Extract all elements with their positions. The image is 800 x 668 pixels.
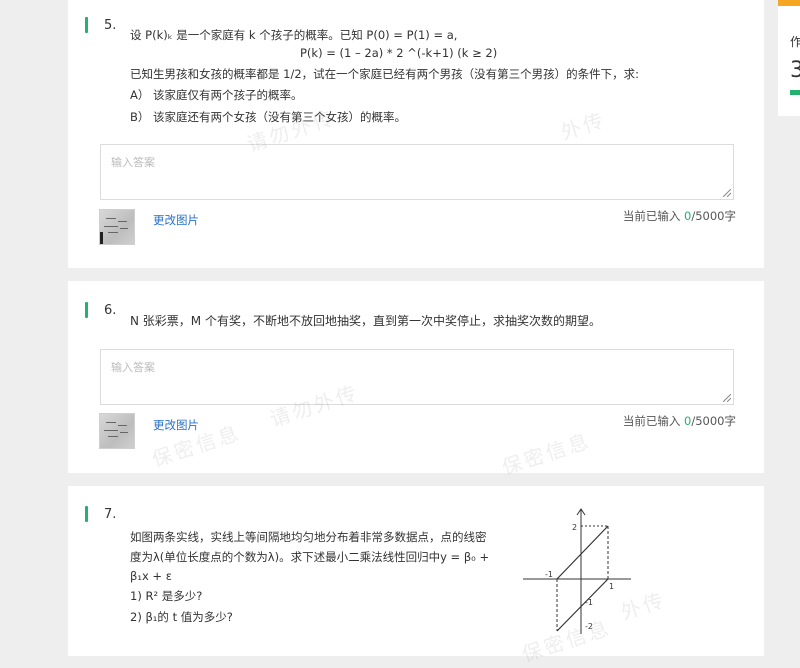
uploaded-image-thumbnail[interactable] bbox=[99, 413, 135, 449]
question-card-5: 5. 设 P(k)ₖ 是一个家庭有 k 个孩子的概率。已知 P(0) = P(1… bbox=[68, 0, 764, 268]
resize-handle-icon[interactable] bbox=[723, 189, 731, 197]
change-image-link[interactable]: 更改图片 bbox=[153, 212, 199, 228]
question-text-line1: 如图两条实线，实线上等间隔地均匀地分布着非常多数据点，点的线密 bbox=[130, 530, 487, 544]
question-text-line3: β₁x + ε bbox=[130, 569, 172, 583]
question-text-line1: 设 P(k)ₖ 是一个家庭有 k 个孩子的概率。已知 P(0) = P(1) =… bbox=[130, 28, 458, 42]
question-item-1: 1) R² 是多少? bbox=[130, 589, 203, 603]
label-y2: 2 bbox=[572, 523, 577, 532]
side-panel-label: 作 bbox=[790, 35, 800, 49]
question-marker bbox=[85, 302, 88, 318]
question-item-2: 2) β₁的 t 值为多少? bbox=[130, 610, 233, 624]
question-formula: P(k) = (1 – 2a) * 2 ^(-k+1) (k ≥ 2) bbox=[300, 46, 498, 60]
question-number: 5. bbox=[104, 18, 117, 33]
answer-input[interactable]: 输入答案 bbox=[100, 144, 734, 200]
label-ym2: -2 bbox=[585, 622, 593, 631]
answer-input[interactable]: 输入答案 bbox=[100, 349, 734, 405]
question-text-line3: 已知生男孩和女孩的概率都是 1/2，试在一个家庭已经有两个男孩（没有第三个男孩）… bbox=[130, 67, 640, 81]
question-marker bbox=[85, 506, 88, 522]
question-text-line2: 度为λ(单位长度点的个数为λ)。求下述最小二乘法线性回归中y = β₀ + bbox=[130, 550, 490, 564]
question-card-6: 6. N 张彩票，M 个有奖，不断地不放回地抽奖，直到第一次中奖停止，求抽奖次数… bbox=[68, 281, 764, 473]
uploaded-image-thumbnail[interactable] bbox=[99, 209, 135, 245]
solid-line-upper bbox=[556, 525, 609, 580]
label-ym1: -1 bbox=[585, 598, 593, 607]
question-option-b: B） 该家庭还有两个女孩（没有第三个女孩）的概率。 bbox=[130, 110, 407, 124]
side-panel-accent bbox=[778, 0, 800, 6]
label-xm1: -1 bbox=[545, 570, 553, 579]
question-card-7: 7. 如图两条实线，实线上等间隔地均匀地分布着非常多数据点，点的线密 度为λ(单… bbox=[68, 486, 764, 656]
side-panel-number: 3 bbox=[790, 58, 800, 83]
question-text: N 张彩票，M 个有奖，不断地不放回地抽奖，直到第一次中奖停止，求抽奖次数的期望… bbox=[130, 314, 601, 328]
answer-placeholder: 输入答案 bbox=[111, 361, 155, 374]
resize-handle-icon[interactable] bbox=[723, 394, 731, 402]
question-number: 7. bbox=[104, 507, 117, 522]
regression-figure: 2 -1 1 -1 -2 bbox=[523, 508, 631, 634]
label-x1: 1 bbox=[609, 582, 614, 591]
answer-placeholder: 输入答案 bbox=[111, 156, 155, 169]
side-panel-progress bbox=[790, 90, 800, 95]
solid-line-lower bbox=[556, 578, 609, 632]
question-marker bbox=[85, 17, 88, 33]
char-counter: 当前已输入 0/5000字 bbox=[622, 414, 736, 428]
change-image-link[interactable]: 更改图片 bbox=[153, 417, 199, 433]
char-counter: 当前已输入 0/5000字 bbox=[622, 209, 736, 223]
question-number: 6. bbox=[104, 303, 117, 318]
question-option-a: A） 该家庭仅有两个孩子的概率。 bbox=[130, 88, 303, 102]
